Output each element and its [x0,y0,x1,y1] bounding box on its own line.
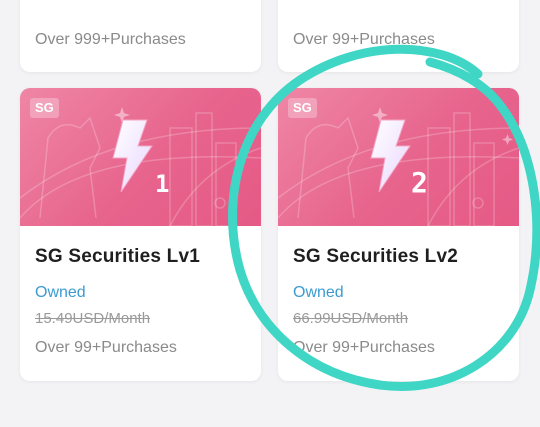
level-number: 1 [155,170,169,198]
purchases-count: Over 99+Purchases [293,339,435,356]
product-banner: SG 2 [278,88,519,226]
level-number: 2 [411,166,428,198]
product-title: SG Securities Lv2 [293,246,458,267]
region-badge: SG [30,98,59,118]
purchases-count: Over 99+Purchases [293,31,435,48]
product-title: SG Securities Lv1 [35,246,200,267]
product-card-partial[interactable]: Over 99+Purchases [278,0,519,72]
lightning-bolt-icon: 1 [112,119,169,198]
purchases-count: Over 999+Purchases [35,31,186,48]
owned-status: Owned [35,284,86,301]
product-card-partial[interactable]: Over 999+Purchases [20,0,261,72]
region-badge: SG [288,98,317,118]
product-card-sg-securities-lv2[interactable]: SG 2 SG Securities Lv2 Owned 66.99USD/Mo… [278,88,519,381]
owned-status: Owned [293,284,344,301]
original-price: 66.99USD/Month [293,310,409,327]
lightning-bolt-icon: 2 [370,119,428,198]
original-price: 15.49USD/Month [35,310,151,327]
purchases-count: Over 99+Purchases [35,339,177,356]
product-card-sg-securities-lv1[interactable]: SG 1 SG Securities Lv1 Owned 15.49USD/Mo… [20,88,261,381]
product-banner: SG 1 [20,88,261,226]
